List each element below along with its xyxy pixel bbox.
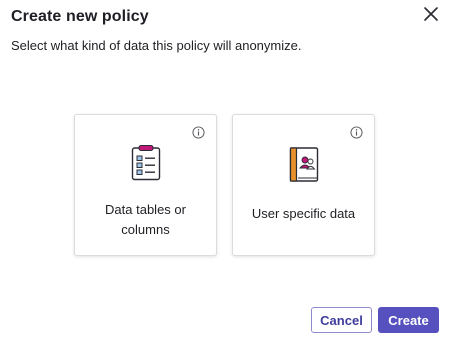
dialog-subtitle: Select what kind of data this policy wil… xyxy=(11,38,302,53)
dialog-title: Create new policy xyxy=(11,8,149,25)
card-data-tables[interactable]: Data tables or columns xyxy=(74,114,217,256)
card-user-specific-data[interactable]: User specific data xyxy=(232,114,375,256)
close-button[interactable] xyxy=(421,4,441,24)
info-icon[interactable] xyxy=(350,126,363,139)
card-label-data-tables: Data tables or columns xyxy=(105,202,186,237)
card-label-user-specific-data: User specific data xyxy=(251,206,356,221)
create-policy-dialog: Create new policy Select what kind of da… xyxy=(0,0,449,341)
close-icon xyxy=(424,7,438,21)
cancel-button[interactable]: Cancel xyxy=(311,307,372,333)
checklist-clipboard-icon xyxy=(131,145,161,181)
create-button[interactable]: Create xyxy=(378,307,439,333)
user-book-icon xyxy=(289,147,319,182)
info-icon[interactable] xyxy=(192,126,205,139)
